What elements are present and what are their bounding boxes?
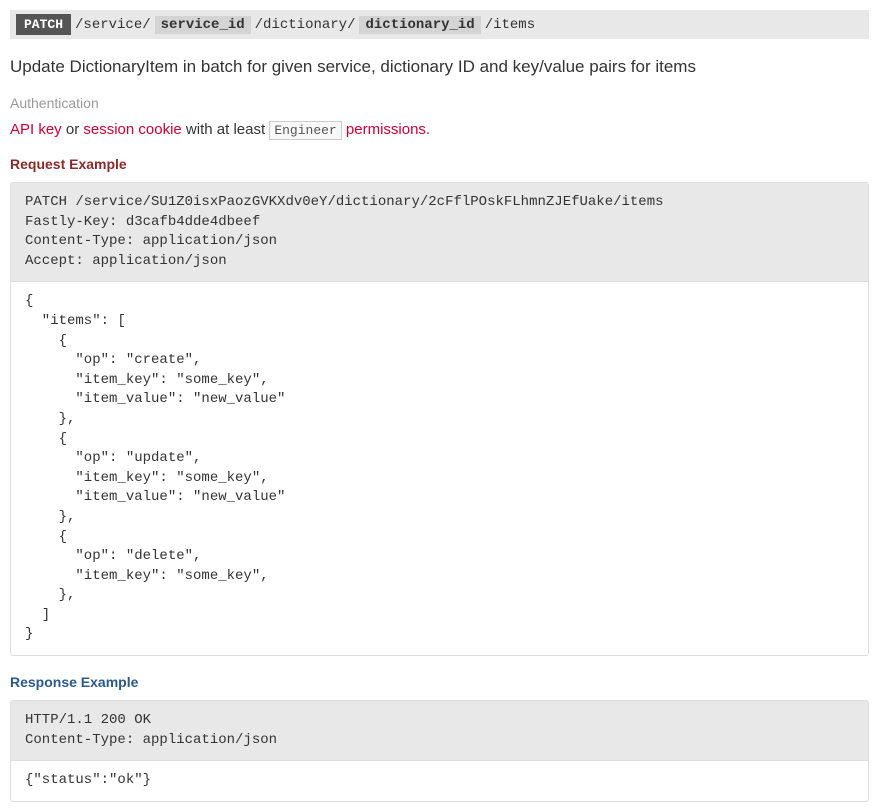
authentication-label: Authentication	[10, 95, 869, 111]
path-segment: /dictionary/	[255, 17, 356, 33]
role-badge: Engineer	[269, 121, 341, 140]
response-example-label: Response Example	[10, 674, 869, 690]
api-key-link[interactable]: API key	[10, 121, 62, 138]
method-badge: PATCH	[16, 14, 71, 35]
path-variable-service-id: service_id	[155, 16, 251, 34]
request-body: { "items": [ { "op": "create", "item_key…	[11, 282, 868, 655]
auth-with: with at least	[182, 121, 270, 138]
response-headers: HTTP/1.1 200 OK Content-Type: applicatio…	[11, 701, 868, 761]
request-example-label: Request Example	[10, 156, 869, 172]
path-segment: /items	[485, 17, 535, 33]
path-segment: /service/	[75, 17, 151, 33]
permissions-link[interactable]: permissions.	[342, 121, 430, 138]
session-cookie-link[interactable]: session cookie	[83, 121, 181, 138]
endpoint-description: Update DictionaryItem in batch for given…	[10, 57, 869, 77]
response-example-block: HTTP/1.1 200 OK Content-Type: applicatio…	[10, 700, 869, 802]
endpoint-header: PATCH /service/ service_id /dictionary/ …	[10, 10, 869, 39]
response-body: {"status":"ok"}	[11, 761, 868, 801]
path-variable-dictionary-id: dictionary_id	[359, 16, 480, 34]
authentication-line: API key or session cookie with at least …	[10, 121, 869, 138]
auth-or: or	[62, 121, 84, 138]
request-example-block: PATCH /service/SU1Z0isxPaozGVKXdv0eY/dic…	[10, 182, 869, 656]
request-headers: PATCH /service/SU1Z0isxPaozGVKXdv0eY/dic…	[11, 183, 868, 282]
